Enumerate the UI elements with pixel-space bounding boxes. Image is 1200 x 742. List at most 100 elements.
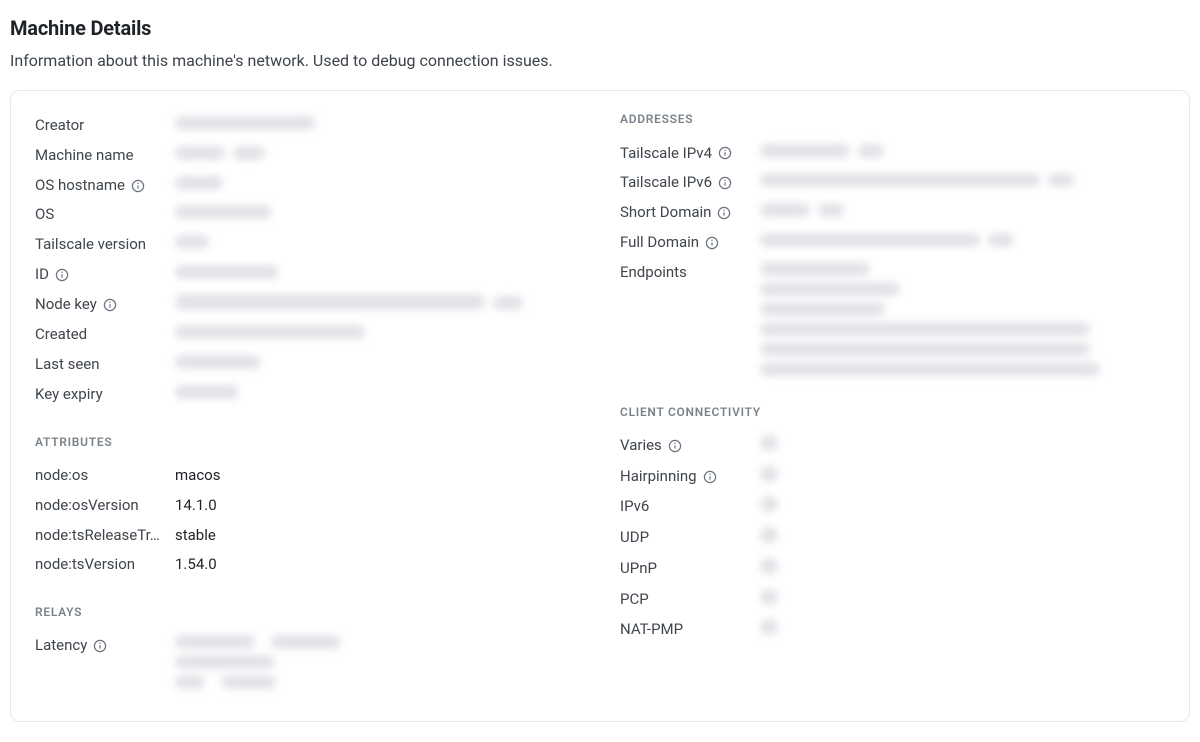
row-os: OS [35, 200, 580, 230]
label-tailscale-ipv6: Tailscale IPv6 [620, 172, 760, 194]
info-icon[interactable] [131, 179, 145, 193]
row-attr-ts-version: node:tsVersion 1.54.0 [35, 550, 580, 580]
row-hairpinning: Hairpinning [620, 462, 1165, 493]
label-udp: UDP [620, 527, 760, 549]
client-connectivity-heading: CLIENT CONNECTIVITY [620, 404, 1165, 421]
label-short-domain: Short Domain [620, 202, 760, 224]
value-nat-pmp-redacted [760, 619, 1165, 642]
label-creator: Creator [35, 115, 175, 137]
row-key-expiry: Key expiry [35, 380, 580, 410]
page-title: Machine Details [10, 14, 1190, 43]
label-pcp: PCP [620, 589, 760, 611]
value-tailscale-ipv4-redacted [760, 143, 1165, 165]
value-hairpinning-redacted [760, 466, 1165, 489]
value-creator-redacted [175, 115, 580, 137]
label-created: Created [35, 324, 175, 346]
row-attr-node-os: node:os macos [35, 461, 580, 491]
value-os-redacted [175, 204, 580, 226]
value-machine-name-redacted [175, 145, 580, 167]
info-icon[interactable] [93, 639, 107, 653]
label-os-hostname: OS hostname [35, 175, 175, 197]
row-tailscale-ipv6: Tailscale IPv6 [620, 168, 1165, 198]
value-created-redacted [175, 324, 580, 346]
label-attr-node-os: node:os [35, 465, 175, 487]
row-short-domain: Short Domain [620, 198, 1165, 228]
label-attr-ts-version: node:tsVersion [35, 554, 175, 576]
info-icon[interactable] [718, 176, 732, 190]
addresses-heading: ADDRESSES [620, 111, 1165, 128]
value-key-expiry-redacted [175, 384, 580, 406]
value-latency-redacted [175, 635, 580, 689]
info-icon[interactable] [668, 439, 682, 453]
info-icon[interactable] [55, 268, 69, 282]
row-ipv6: IPv6 [620, 492, 1165, 523]
value-pcp-redacted [760, 589, 1165, 612]
attributes-heading: ATTRIBUTES [35, 434, 580, 451]
value-udp-redacted [760, 527, 1165, 550]
row-nat-pmp: NAT-PMP [620, 615, 1165, 646]
value-id-redacted [175, 264, 580, 286]
value-attr-ts-release-track: stable [175, 525, 580, 547]
label-ipv6: IPv6 [620, 496, 760, 518]
value-attr-ts-version: 1.54.0 [175, 554, 580, 576]
row-full-domain: Full Domain [620, 228, 1165, 258]
value-ipv6-redacted [760, 496, 1165, 519]
label-endpoints: Endpoints [620, 262, 760, 284]
machine-details-page: Machine Details Information about this m… [0, 0, 1200, 742]
row-attr-node-os-version: node:osVersion 14.1.0 [35, 491, 580, 521]
label-machine-name: Machine name [35, 145, 175, 167]
row-os-hostname: OS hostname [35, 171, 580, 201]
value-tailscale-ipv6-redacted [760, 172, 1165, 194]
value-node-key-redacted [175, 294, 580, 317]
value-attr-node-os-version: 14.1.0 [175, 495, 580, 517]
value-endpoints-redacted [760, 262, 1165, 376]
label-last-seen: Last seen [35, 354, 175, 376]
row-created: Created [35, 320, 580, 350]
info-icon[interactable] [718, 146, 732, 160]
value-os-hostname-redacted [175, 175, 580, 197]
row-attr-ts-release-track: node:tsReleaseTr… stable [35, 521, 580, 551]
label-hairpinning: Hairpinning [620, 466, 760, 488]
right-column: ADDRESSES Tailscale IPv4 Tailscale IPv [620, 111, 1165, 693]
label-attr-node-os-version: node:osVersion [35, 495, 175, 517]
page-subtitle: Information about this machine's network… [10, 49, 1190, 72]
row-tailscale-ipv4: Tailscale IPv4 [620, 139, 1165, 169]
value-varies-redacted [760, 435, 1165, 458]
row-latency: Latency [35, 631, 580, 693]
info-icon[interactable] [703, 470, 717, 484]
value-attr-node-os: macos [175, 465, 580, 487]
label-os: OS [35, 204, 175, 226]
label-varies: Varies [620, 435, 760, 457]
label-upnp: UPnP [620, 558, 760, 580]
left-column: Creator Machine name OS hostname [35, 111, 580, 693]
value-upnp-redacted [760, 558, 1165, 581]
relays-heading: RELAYS [35, 604, 580, 621]
label-tailscale-version: Tailscale version [35, 234, 175, 256]
value-last-seen-redacted [175, 354, 580, 376]
label-full-domain: Full Domain [620, 232, 760, 254]
info-icon[interactable] [103, 298, 117, 312]
row-node-key: Node key [35, 290, 580, 321]
label-attr-ts-release-track: node:tsReleaseTr… [35, 525, 175, 547]
label-key-expiry: Key expiry [35, 384, 175, 406]
label-tailscale-ipv4: Tailscale IPv4 [620, 143, 760, 165]
info-icon[interactable] [705, 236, 719, 250]
row-upnp: UPnP [620, 554, 1165, 585]
row-machine-name: Machine name [35, 141, 580, 171]
value-full-domain-redacted [760, 232, 1165, 254]
row-id: ID [35, 260, 580, 290]
label-latency: Latency [35, 635, 175, 657]
label-node-key: Node key [35, 294, 175, 316]
row-endpoints: Endpoints [620, 258, 1165, 380]
row-varies: Varies [620, 431, 1165, 462]
value-short-domain-redacted [760, 202, 1165, 224]
row-udp: UDP [620, 523, 1165, 554]
details-card: Creator Machine name OS hostname [10, 90, 1190, 722]
value-tailscale-version-redacted [175, 234, 580, 256]
row-last-seen: Last seen [35, 350, 580, 380]
label-nat-pmp: NAT-PMP [620, 619, 760, 641]
row-pcp: PCP [620, 585, 1165, 616]
row-tailscale-version: Tailscale version [35, 230, 580, 260]
info-icon[interactable] [717, 206, 731, 220]
label-id: ID [35, 264, 175, 286]
